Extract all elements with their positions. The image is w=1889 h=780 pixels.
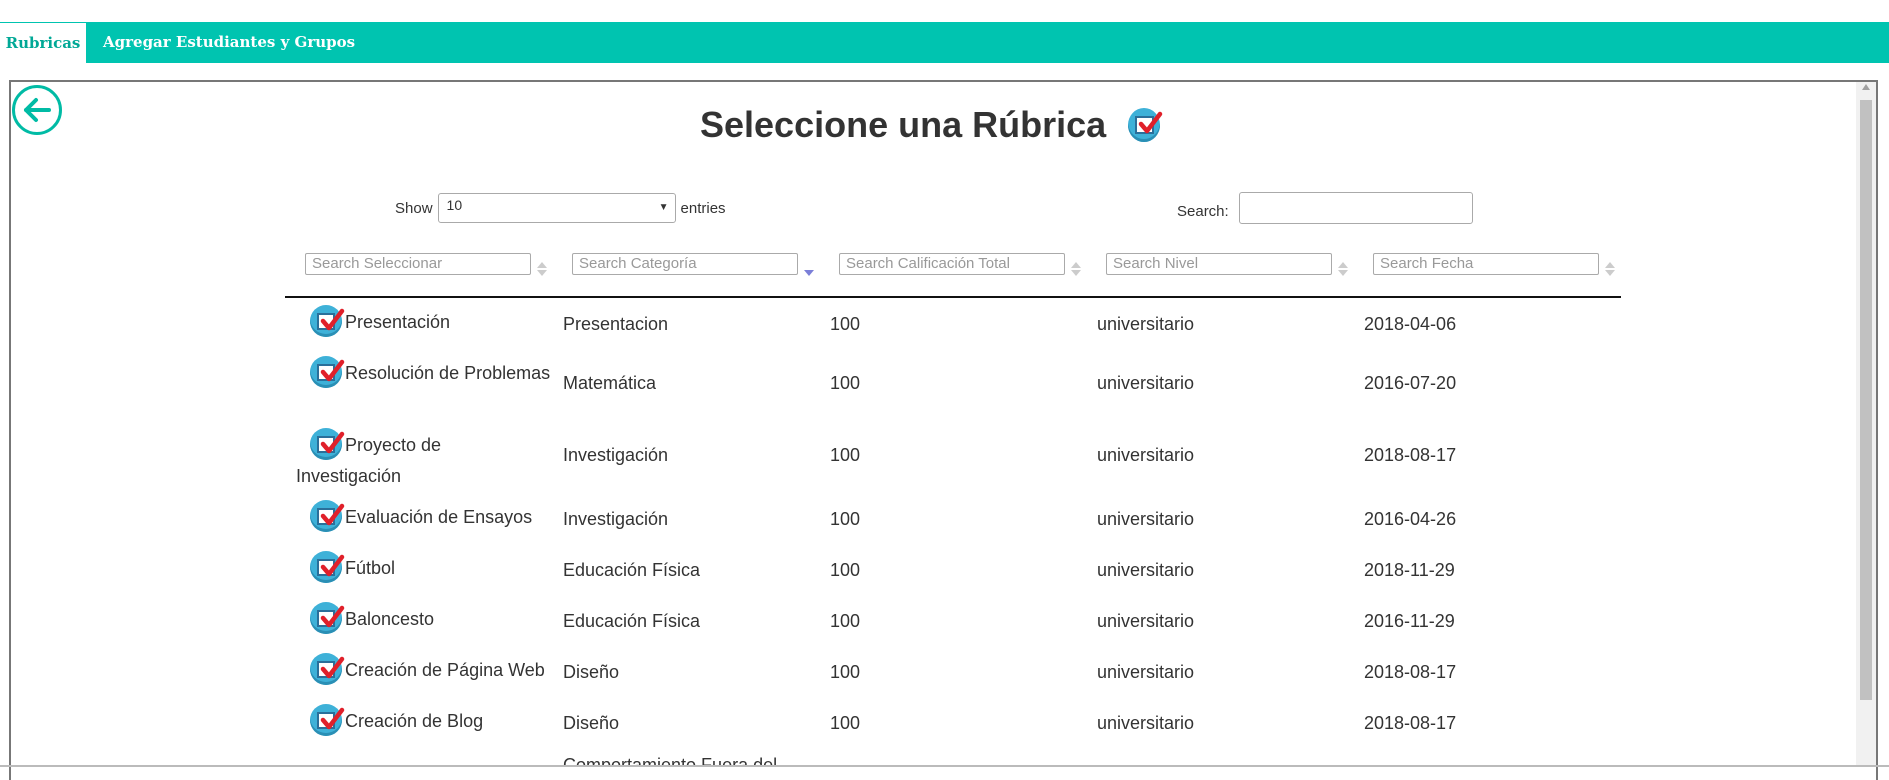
row-date: 2018-08-17 [1364,662,1457,682]
checkbox-checked-icon[interactable] [310,653,345,685]
row-category: Diseño [563,713,620,733]
row-name: Evaluación de Ensayos [345,506,533,527]
row-name-cell[interactable]: Creación de Blog [296,704,551,738]
sort-icon[interactable] [1605,262,1615,276]
row-level: universitario [1097,445,1195,465]
row-level: universitario [1097,611,1195,631]
checkbox-checked-icon[interactable] [310,602,345,634]
row-category: Educación Física [563,611,701,631]
search-input[interactable] [1239,192,1473,224]
row-name: Fútbol [345,557,396,578]
row-total: 100 [830,314,861,334]
row-category: Investigación [563,509,669,529]
row-date: 2018-08-17 [1364,445,1457,465]
row-date: 2018-11-29 [1364,560,1455,580]
row-level: universitario [1097,373,1195,393]
vertical-scrollbar[interactable] [1856,82,1876,767]
row-level: universitario [1097,662,1195,682]
row-category: Presentacion [563,314,669,334]
row-name: Resolución de Problemas [345,362,551,383]
row-date: 2016-04-26 [1364,509,1457,529]
row-name-cell[interactable]: Creación de Página Web [296,653,566,687]
row-total: 100 [830,373,861,393]
scroll-thumb[interactable] [1860,100,1872,700]
checkbox-checked-icon[interactable] [310,305,345,337]
row-category: Investigación [563,445,669,465]
back-button[interactable] [12,85,62,135]
content-frame [9,80,1878,780]
table-header-divider [285,296,1621,298]
page-title-wrap: Seleccione una Rúbrica [700,104,1163,146]
chevron-down-icon: ▼ [658,202,669,213]
row-total: 100 [830,445,861,465]
entries-length-control: Show 10 ▼ entries [395,193,726,223]
row-category: Diseño [563,662,620,682]
row-total: 100 [830,713,861,733]
tab-rubricas[interactable]: Rubricas [0,23,86,64]
row-category: Matemática [563,373,657,393]
tab-bar: Rubricas Agregar Estudiantes y Grupos [0,22,1889,64]
tab-agregar-estudiantes[interactable]: Agregar Estudiantes y Grupos [103,22,355,63]
row-total: 100 [830,560,861,580]
sort-icon[interactable] [1338,262,1348,276]
row-level: universitario [1097,509,1195,529]
row-level: universitario [1097,560,1195,580]
row-name: Creación de Blog [345,710,484,731]
filter-seleccionar[interactable]: Search Seleccionar [305,253,531,275]
checkbox-checked-icon[interactable] [310,500,345,532]
row-name-cell[interactable]: Baloncesto [296,602,551,636]
checkbox-checked-icon[interactable] [310,551,345,583]
row-name-cell[interactable]: Evaluación de Ensayos [296,500,551,534]
row-date: 2018-08-17 [1364,713,1457,733]
sort-desc-icon[interactable] [804,262,814,276]
row-name-cell[interactable]: Resolución de Problemas [296,356,551,390]
row-name: Presentación [345,311,451,332]
row-name-cell[interactable]: Presentación [296,305,551,339]
row-name-cell[interactable]: Fútbol [296,551,551,585]
filter-categoria[interactable]: Search Categoría [572,253,798,275]
filter-fecha[interactable]: Search Fecha [1373,253,1599,275]
sort-icon[interactable] [1071,262,1081,276]
checkbox-checked-icon[interactable] [310,704,345,736]
entries-select-value: 10 [446,197,463,213]
row-date: 2016-07-20 [1364,373,1457,393]
row-level: universitario [1097,713,1195,733]
search-label: Search: [1177,203,1229,220]
sort-icon[interactable] [537,262,547,276]
checkbox-checked-icon[interactable] [310,356,345,388]
filter-calificacion-total[interactable]: Search Calificación Total [839,253,1065,275]
entries-label: entries [680,199,726,217]
row-name-cell[interactable]: Proyecto de Investigación [296,428,551,491]
row-date: 2016-11-29 [1364,611,1455,631]
checkbox-checked-icon [1128,108,1163,142]
checkbox-checked-icon[interactable] [310,428,345,460]
scroll-up-arrow-icon[interactable] [1862,84,1870,90]
row-name: Creación de Página Web [345,659,545,680]
row-date: 2018-04-06 [1364,314,1457,334]
row-name: Baloncesto [345,608,435,629]
filter-nivel[interactable]: Search Nivel [1106,253,1332,275]
entries-select[interactable]: 10 ▼ [437,193,676,223]
row-total: 100 [830,662,861,682]
row-category: Educación Física [563,560,701,580]
page-title: Seleccione una Rúbrica [700,104,1107,145]
show-label: Show [395,199,433,217]
row-level: universitario [1097,314,1195,334]
arrow-left-icon [24,98,51,122]
row-total: 100 [830,509,861,529]
row-total: 100 [830,611,861,631]
